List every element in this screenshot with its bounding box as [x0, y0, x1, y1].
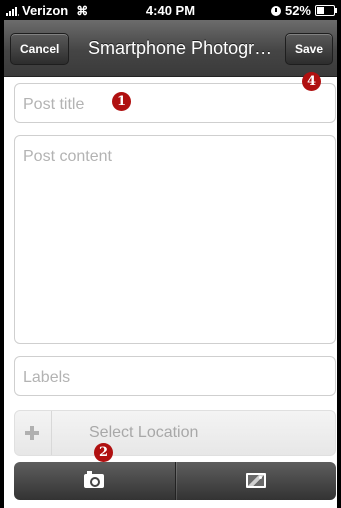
select-location-label: Select Location: [89, 424, 199, 441]
battery-group: 52%: [270, 3, 337, 18]
post-content-placeholder: Post content: [23, 148, 112, 165]
navigation-bar: Cancel Smartphone Photogra... Save: [0, 20, 341, 77]
right-frame-edge: [337, 0, 341, 508]
save-button[interactable]: Save: [284, 33, 333, 65]
location-divider: [51, 411, 52, 455]
camera-button[interactable]: [14, 462, 175, 500]
annotation-badge-1: 1: [112, 92, 131, 111]
clock-icon: [270, 5, 281, 16]
annotation-badge-2: 2: [94, 443, 113, 462]
status-bar: Verizon ⌘ 4:40 PM 52%: [0, 0, 341, 20]
plus-icon[interactable]: [23, 424, 41, 442]
post-title-placeholder: Post title: [23, 96, 85, 113]
annotation-badge-4: 4: [302, 72, 321, 91]
photo-library-button[interactable]: [174, 462, 337, 500]
media-toolbar: [14, 462, 336, 500]
select-location-button[interactable]: Select Location: [14, 410, 336, 456]
battery-icon: [315, 5, 337, 16]
labels-placeholder: Labels: [23, 369, 71, 386]
cancel-button[interactable]: Cancel: [10, 33, 70, 65]
post-content-textarea[interactable]: Post content: [14, 135, 336, 344]
page-title: Smartphone Photogra...: [88, 38, 278, 58]
camera-icon: [84, 471, 105, 488]
left-frame-edge: [0, 0, 4, 508]
battery-percent: 52%: [284, 3, 311, 18]
post-title-input[interactable]: Post title: [14, 83, 336, 123]
labels-input[interactable]: Labels: [14, 356, 336, 396]
image-icon: [245, 473, 266, 488]
